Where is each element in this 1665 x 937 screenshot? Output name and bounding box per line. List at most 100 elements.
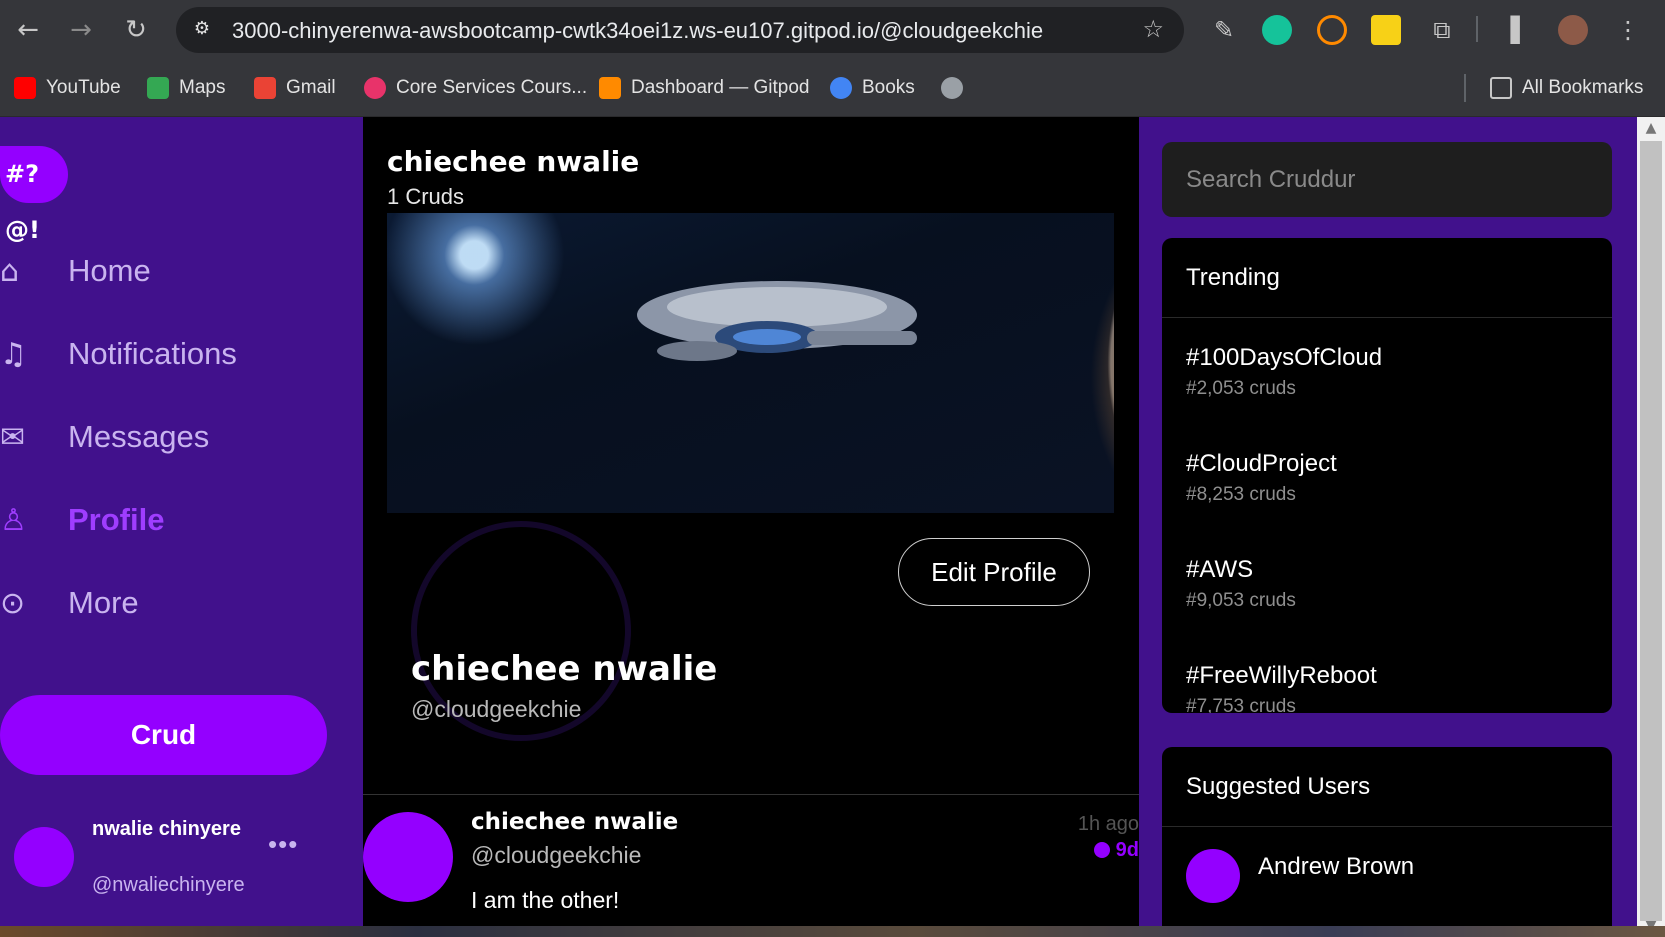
bookmark-globe[interactable] xyxy=(941,73,973,103)
bookmark-label: Core Services Cours... xyxy=(396,77,588,98)
nav-home[interactable]: ⌂ Home xyxy=(0,241,340,301)
nav-messages[interactable]: ✉ Messages xyxy=(0,407,340,467)
profile-icon: ♙ xyxy=(0,503,27,538)
back-icon[interactable]: ← xyxy=(10,12,46,48)
nav-label: Notifications xyxy=(68,336,237,371)
trending-count: #8,253 cruds xyxy=(1186,484,1296,505)
home-icon: ⌂ xyxy=(0,254,20,289)
current-user-handle: @nwaliechinyere xyxy=(92,874,245,896)
bookmark-gmail[interactable]: Gmail xyxy=(254,73,336,103)
current-user-avatar[interactable] xyxy=(14,827,74,887)
suggested-users-card: Suggested Users Andrew Brown xyxy=(1162,747,1612,937)
reload-icon[interactable]: ↻ xyxy=(118,12,154,48)
bookmark-label: Gmail xyxy=(286,77,336,98)
profile-display-name: chiechee nwalie xyxy=(411,649,718,689)
suggested-user[interactable]: Andrew Brown xyxy=(1162,827,1612,903)
forward-icon[interactable]: → xyxy=(63,12,99,48)
crud-button[interactable]: Crud xyxy=(0,695,327,775)
nav-notifications[interactable]: ♫ Notifications xyxy=(0,324,340,384)
gitpod-extension-icon[interactable] xyxy=(1317,15,1347,45)
app-page: #?@! ⌂ Home ♫ Notifications ✉ Messages ♙… xyxy=(0,117,1665,937)
starship-illustration xyxy=(637,281,917,361)
current-user-name: nwalie chinyere xyxy=(92,818,241,840)
trending-tag: #FreeWillyReboot xyxy=(1186,662,1377,689)
post-expires-value: 9d xyxy=(1115,839,1139,861)
nav-label: Profile xyxy=(68,502,165,537)
scrollbar-thumb[interactable] xyxy=(1640,141,1662,921)
post-handle[interactable]: @cloudgeekchie xyxy=(471,842,641,869)
bookmarks-divider xyxy=(1464,74,1466,102)
scroll-up-icon[interactable]: ▲ xyxy=(1637,117,1665,139)
browser-toolbar: ← → ↻ ⚙ 3000-chinyerenwa-awsbootcamp-cwt… xyxy=(0,0,1665,60)
nav-label: More xyxy=(68,585,139,620)
vertical-scrollbar[interactable]: ▲ ▼ xyxy=(1637,117,1665,937)
bookmark-books[interactable]: Books xyxy=(830,73,915,103)
profile-avatar-icon[interactable] xyxy=(1558,15,1588,45)
suggested-users-title: Suggested Users xyxy=(1162,747,1612,827)
trending-item[interactable]: #AWS #9,053 cruds xyxy=(1162,530,1612,636)
bell-icon: ♫ xyxy=(0,337,27,372)
suggested-user-avatar[interactable] xyxy=(1186,849,1240,903)
trending-tag: #100DaysOfCloud xyxy=(1186,344,1383,371)
activity-item[interactable]: chiechee nwalie @cloudgeekchie I am the … xyxy=(363,795,1139,937)
bookmark-core-services[interactable]: Core Services Cours... xyxy=(364,73,587,103)
trending-item[interactable]: #FreeWillyReboot #7,753 cruds xyxy=(1162,636,1612,713)
trending-tag: #CloudProject xyxy=(1186,450,1337,477)
profile-banner-image xyxy=(387,213,1114,513)
bookmark-maps[interactable]: Maps xyxy=(147,73,225,103)
nav-label: Home xyxy=(68,253,151,288)
trending-count: #2,053 cruds xyxy=(1186,378,1296,399)
side-panel-icon[interactable]: ▌ xyxy=(1502,12,1538,48)
core-services-icon xyxy=(364,77,386,99)
bookmark-star-icon[interactable]: ☆ xyxy=(1142,15,1164,43)
nav-profile[interactable]: ♙ Profile xyxy=(0,490,340,550)
menu-icon[interactable]: ⋮ xyxy=(1610,12,1646,48)
trending-item[interactable]: #100DaysOfCloud #2,053 cruds xyxy=(1162,318,1612,424)
folder-icon xyxy=(1490,77,1512,99)
url-text[interactable]: 3000-chinyerenwa-awsbootcamp-cwtk34oei1z… xyxy=(232,18,1043,44)
gitpod-icon xyxy=(599,77,621,99)
grammarly-icon[interactable] xyxy=(1262,15,1292,45)
user-menu-icon[interactable]: ••• xyxy=(268,829,298,860)
post-message: I am the other! xyxy=(471,887,620,913)
trending-title: Trending xyxy=(1162,238,1612,318)
cruddur-logo[interactable]: #?@! xyxy=(0,146,68,244)
sidebar: #?@! ⌂ Home ♫ Notifications ✉ Messages ♙… xyxy=(0,117,363,937)
bookmark-label: Books xyxy=(862,77,915,98)
edit-profile-button[interactable]: Edit Profile xyxy=(898,538,1090,606)
bookmark-gitpod[interactable]: Dashboard — Gitpod xyxy=(599,73,810,103)
warning-extension-icon[interactable] xyxy=(1371,15,1401,45)
all-bookmarks[interactable]: All Bookmarks xyxy=(1490,73,1643,103)
maps-icon xyxy=(147,77,169,99)
profile-handle: @cloudgeekchie xyxy=(411,696,582,722)
crud-count: 1 Cruds xyxy=(387,184,465,209)
trending-item[interactable]: #CloudProject #8,253 cruds xyxy=(1162,424,1612,530)
search-input[interactable] xyxy=(1162,142,1612,217)
trending-tag: #AWS xyxy=(1186,556,1254,583)
extensions-icon[interactable]: ⧉ xyxy=(1424,12,1460,48)
address-bar[interactable]: ⚙ 3000-chinyerenwa-awsbootcamp-cwtk34oei… xyxy=(176,7,1184,53)
globe-icon xyxy=(941,77,963,99)
suggested-user-name[interactable]: Andrew Brown xyxy=(1258,853,1414,881)
bookmark-label: YouTube xyxy=(46,77,121,98)
post-time-ago: 1h ago xyxy=(1077,813,1139,835)
bookmark-label: Dashboard — Gitpod xyxy=(631,77,810,98)
eyedropper-icon[interactable]: ✎ xyxy=(1206,12,1242,48)
mail-icon: ✉ xyxy=(0,420,26,455)
bookmark-label: Maps xyxy=(179,77,226,98)
bookmark-youtube[interactable]: YouTube xyxy=(14,73,121,103)
profile-feed: chiechee nwalie 1 Cruds Edit Profile chi… xyxy=(363,117,1139,937)
page-title: chiechee nwalie xyxy=(387,145,640,178)
bookmarks-bar: YouTube Maps Gmail Core Services Cours..… xyxy=(0,60,1665,117)
site-info-icon[interactable]: ⚙ xyxy=(190,18,214,42)
post-avatar[interactable] xyxy=(363,812,453,902)
trending-count: #9,053 cruds xyxy=(1186,590,1296,611)
desktop-background-strip xyxy=(0,926,1665,937)
post-expires: 9d xyxy=(1093,839,1139,862)
more-icon: ⊙ xyxy=(0,586,26,621)
bomb-icon xyxy=(1093,842,1110,858)
gmail-icon xyxy=(254,77,276,99)
google-icon xyxy=(830,77,852,99)
post-display-name[interactable]: chiechee nwalie xyxy=(471,809,678,835)
nav-more[interactable]: ⊙ More xyxy=(0,573,340,633)
